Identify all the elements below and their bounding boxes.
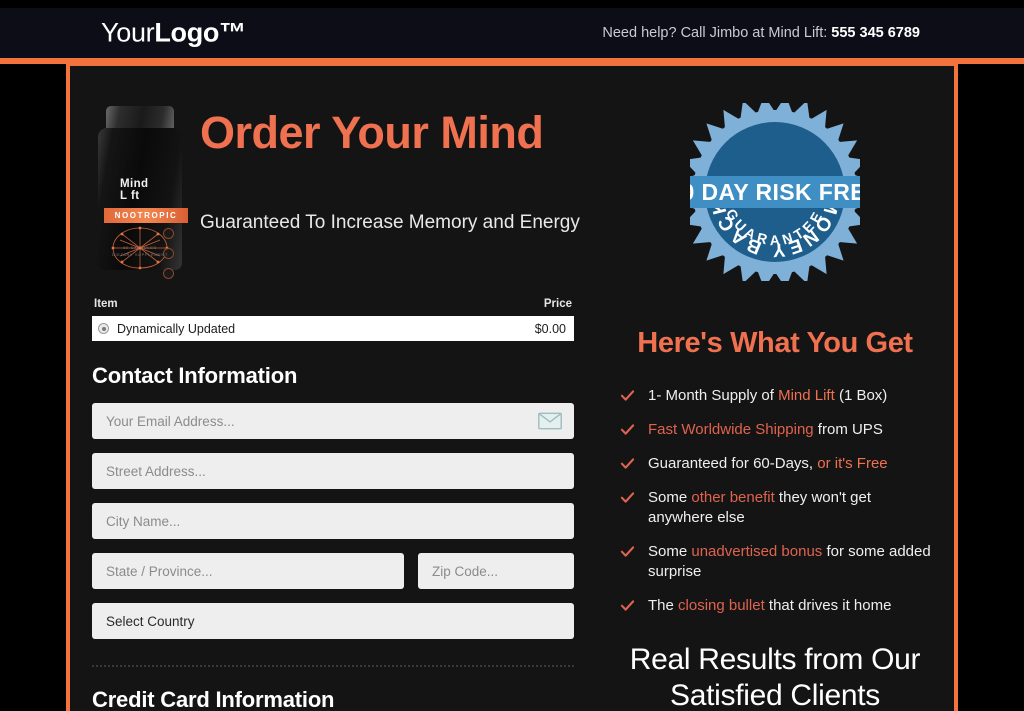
state-zip-row: State / Province... Zip Code... bbox=[92, 553, 574, 589]
benefit-pre: Some bbox=[648, 488, 692, 506]
list-item: Guaranteed for 60-Days, or it's Free bbox=[620, 454, 940, 474]
badge-banner-text: 60 DAY RISK FREE bbox=[690, 179, 860, 205]
hero-section: Mind L ft NOOTROPIC 60 CAPSULES DIETARY … bbox=[92, 90, 580, 280]
benefit-pre: The bbox=[648, 596, 679, 614]
street-placeholder: Street Address... bbox=[106, 463, 206, 479]
benefit-post: (1 Box) bbox=[834, 387, 888, 404]
credit-card-information-heading: Credit Card Information bbox=[92, 687, 335, 711]
bottle-supplement-label: DIETARY SUPPLEMENT bbox=[112, 251, 168, 257]
benefit-highlight: other benefit bbox=[691, 488, 775, 506]
table-row[interactable]: Dynamically Updated $0.00 bbox=[92, 316, 574, 341]
city-field[interactable]: City Name... bbox=[92, 503, 574, 539]
benefit-highlight: unadvertised bonus bbox=[691, 542, 823, 560]
page-title: Order Your Mind bbox=[200, 107, 544, 158]
benefit-pre: 1- Month Supply of bbox=[648, 387, 779, 404]
list-item: Some unadvertised bonus for some added s… bbox=[620, 542, 940, 582]
checkmark-icon bbox=[620, 546, 635, 557]
logo-text-bold: Logo™ bbox=[154, 17, 246, 48]
order-table-header: Item Price bbox=[92, 298, 574, 316]
benefits-list: 1- Month Supply of Mind Lift (1 Box) Fas… bbox=[610, 386, 940, 616]
list-item: The closing bullet that drives it home bbox=[620, 596, 940, 616]
email-placeholder: Your Email Address... bbox=[106, 413, 235, 429]
help-phone-line: Need help? Call Jimbo at Mind Lift: 555 … bbox=[602, 25, 920, 41]
bottle-brand-line2: L ft bbox=[120, 190, 140, 202]
order-col-price: Price bbox=[543, 298, 572, 310]
checkmark-icon bbox=[620, 599, 635, 611]
order-radio-selected[interactable] bbox=[98, 323, 109, 334]
benefit-pre: Guaranteed for 60-Days, bbox=[648, 454, 818, 472]
zip-code-field[interactable]: Zip Code... bbox=[418, 553, 574, 589]
checkmark-icon bbox=[620, 424, 635, 435]
checkmark-icon bbox=[620, 492, 635, 503]
street-address-field[interactable]: Street Address... bbox=[92, 453, 574, 489]
checkmark-icon bbox=[620, 390, 635, 401]
city-placeholder: City Name... bbox=[106, 513, 181, 529]
checkmark-icon bbox=[620, 458, 635, 469]
benefit-highlight: closing bullet bbox=[678, 596, 765, 614]
site-logo[interactable]: YourLogo™ bbox=[101, 18, 246, 49]
list-item: 1- Month Supply of Mind Lift (1 Box) bbox=[620, 386, 940, 406]
bottle-icon-focus bbox=[163, 228, 174, 239]
benefit-post: from UPS bbox=[813, 420, 883, 438]
help-phone-label: Need help? Call Jimbo at Mind Lift: bbox=[602, 25, 832, 41]
benefit-post: that drives it home bbox=[764, 596, 892, 614]
order-item-name: Dynamically Updated bbox=[117, 321, 236, 336]
bottle-fine-print: 60 CAPSULES DIETARY SUPPLEMENT bbox=[98, 245, 182, 258]
email-field[interactable]: Your Email Address... bbox=[92, 403, 574, 439]
order-summary-table: Item Price Dynamically Updated $0.00 bbox=[92, 298, 574, 341]
logo-text-light: Your bbox=[101, 17, 155, 48]
envelope-icon bbox=[538, 412, 562, 430]
product-bottle-image: Mind L ft NOOTROPIC 60 CAPSULES DIETARY … bbox=[92, 100, 188, 279]
page-subtitle: Guaranteed To Increase Memory and Energy bbox=[200, 212, 580, 233]
benefit-highlight: Mind Lift bbox=[778, 387, 835, 404]
country-select[interactable]: Select Country bbox=[92, 603, 574, 639]
benefit-highlight: or it's Free bbox=[817, 454, 888, 472]
bottle-nootropic-band: NOOTROPIC bbox=[104, 208, 188, 223]
list-item: Some other benefit they won't get anywhe… bbox=[620, 488, 940, 528]
list-item: Fast Worldwide Shipping from UPS bbox=[620, 420, 940, 440]
order-form-column: Mind L ft NOOTROPIC 60 CAPSULES DIETARY … bbox=[92, 90, 580, 711]
benefit-pre: Some bbox=[648, 542, 692, 560]
state-placeholder: State / Province... bbox=[106, 563, 213, 579]
order-page: YourLogo™ Need help? Call Jimbo at Mind … bbox=[0, 0, 1024, 711]
money-back-guarantee-badge: MONEY BACK GUARANTEE 60 DAY RISK FREE bbox=[668, 95, 881, 289]
order-item-price: $0.00 bbox=[534, 321, 566, 336]
benefit-highlight: Fast Worldwide Shipping bbox=[648, 420, 814, 438]
bottle-band-text: NOOTROPIC bbox=[114, 211, 178, 220]
testimonials-heading: Real Results from Our Satisfied Clients bbox=[629, 642, 921, 711]
order-col-item: Item bbox=[94, 298, 118, 310]
offer-heading: Here's What You Get bbox=[637, 327, 913, 359]
bottle-body: Mind L ft NOOTROPIC 60 CAPSULES DIETARY … bbox=[98, 128, 188, 279]
bottle-brand-line1: Mind bbox=[120, 178, 149, 190]
help-phone-number[interactable]: 555 345 6789 bbox=[831, 25, 920, 41]
order-content-frame: Mind L ft NOOTROPIC 60 CAPSULES DIETARY … bbox=[66, 62, 958, 711]
site-header: YourLogo™ Need help? Call Jimbo at Mind … bbox=[0, 8, 1024, 58]
zip-placeholder: Zip Code... bbox=[432, 563, 499, 579]
bottle-icon-energy bbox=[163, 268, 174, 279]
offer-column: MONEY BACK GUARANTEE 60 DAY RISK FREE He… bbox=[610, 90, 940, 711]
contact-information-heading: Contact Information bbox=[92, 363, 298, 388]
country-selected-value: Select Country bbox=[106, 613, 195, 629]
form-section-divider bbox=[92, 665, 574, 667]
state-province-field[interactable]: State / Province... bbox=[92, 553, 404, 589]
guarantee-seal-graphic: MONEY BACK GUARANTEE 60 DAY RISK FREE bbox=[668, 95, 881, 289]
